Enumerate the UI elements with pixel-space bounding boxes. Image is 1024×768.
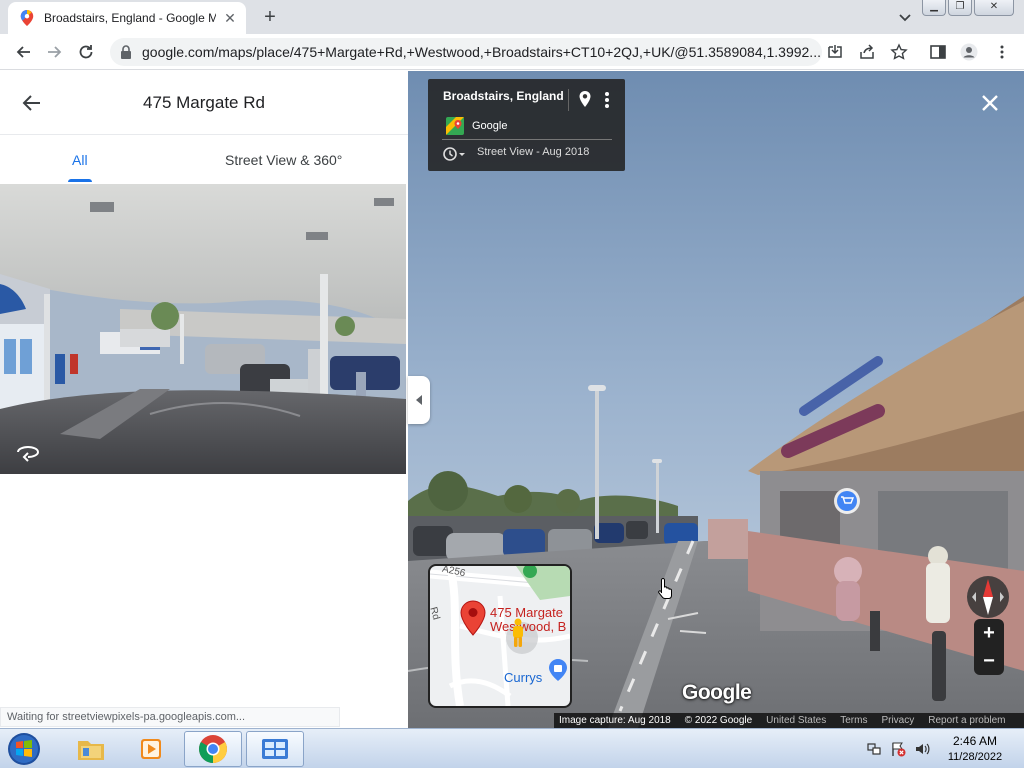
- zoom-in-button[interactable]: +: [974, 619, 1004, 647]
- network-tray-icon[interactable]: [866, 741, 882, 757]
- windows-start-button-icon[interactable]: [4, 731, 44, 767]
- browser-tab[interactable]: Broadstairs, England - Google Ma ✕: [8, 2, 246, 34]
- history-clock-icon[interactable]: [442, 145, 468, 163]
- minimap[interactable]: A256 Rd 475 Margate Westwood, B Currys: [428, 564, 572, 708]
- share-icon[interactable]: [858, 43, 876, 61]
- minimap-address-label: 475 Margate Westwood, B: [490, 606, 566, 634]
- address-line-2: Westwood, B: [490, 619, 567, 634]
- new-tab-button[interactable]: +: [258, 6, 282, 28]
- zoom-out-button[interactable]: −: [974, 647, 1004, 675]
- map-pin-icon[interactable]: [578, 90, 592, 108]
- install-download-icon[interactable]: [826, 43, 844, 61]
- photos-side-panel: 475 Margate Rd All Street View & 360° Wa…: [0, 71, 408, 728]
- google-maps-favicon-icon: [20, 10, 34, 26]
- clock-date: 11/28/2022: [947, 751, 1003, 763]
- url-text[interactable]: google.com/maps/place/475+Margate+Rd,+We…: [142, 44, 822, 60]
- lock-icon[interactable]: [120, 45, 132, 59]
- panel-header: 475 Margate Rd: [0, 71, 408, 135]
- system-clock[interactable]: 2:46 AM 11/28/2022: [942, 733, 1008, 765]
- tab-street-view-360[interactable]: Street View & 360°: [225, 152, 342, 168]
- privacy-link[interactable]: Privacy: [881, 715, 914, 726]
- close-icon[interactable]: [980, 93, 1000, 113]
- hand-cursor-icon: [658, 577, 672, 599]
- location-info-card: Broadstairs, England Google Street View …: [428, 79, 625, 171]
- back-arrow-icon[interactable]: [14, 42, 34, 62]
- side-panel-icon[interactable]: [929, 43, 947, 61]
- volume-tray-icon[interactable]: [914, 741, 930, 757]
- pegman-icon[interactable]: [510, 618, 526, 648]
- tab-title: Broadstairs, England - Google Ma: [44, 11, 216, 25]
- more-options-icon[interactable]: [604, 91, 610, 109]
- action-center-flag-icon[interactable]: [890, 741, 906, 757]
- taskbar-control-panel[interactable]: [246, 731, 304, 767]
- provider-name[interactable]: Google: [472, 120, 507, 132]
- control-panel-icon: [262, 739, 288, 759]
- place-name[interactable]: Broadstairs, England: [443, 89, 564, 103]
- restore-button[interactable]: ❐: [948, 0, 972, 16]
- poi-label-currys: Currys: [504, 670, 543, 685]
- tab-search-chevron-icon[interactable]: [896, 8, 914, 26]
- card-divider: [442, 139, 612, 140]
- loading-status-text: Waiting for streetviewpixels-pa.googleap…: [0, 707, 340, 727]
- collapse-panel-button[interactable]: [408, 376, 430, 424]
- image-capture-text: Image capture: Aug 2018: [559, 715, 671, 726]
- collapse-arrow-icon: [416, 395, 422, 405]
- windows-taskbar: 2:46 AM 11/28/2022: [0, 728, 1024, 768]
- zoom-controls: + −: [974, 619, 1004, 675]
- reload-icon[interactable]: [76, 42, 96, 62]
- taskbar-chrome[interactable]: [184, 731, 242, 767]
- minimize-button[interactable]: ▁: [922, 0, 946, 16]
- media-player-icon: [141, 739, 161, 759]
- panel-title: 475 Margate Rd: [143, 93, 265, 112]
- attribution-footer: Image capture: Aug 2018 © 2022 Google Un…: [554, 713, 1024, 728]
- bookmark-star-icon[interactable]: [890, 43, 908, 61]
- folder-icon: [78, 741, 104, 760]
- address-line-1: 475 Margate: [490, 605, 563, 620]
- taskbar-file-explorer[interactable]: [62, 731, 120, 767]
- shopping-poi-icon: [549, 659, 567, 681]
- report-problem-link[interactable]: Report a problem: [928, 715, 1005, 726]
- google-watermark-logo: Google: [682, 681, 752, 704]
- tab-all[interactable]: All: [72, 152, 88, 168]
- panel-tabs: All Street View & 360°: [0, 136, 408, 184]
- tab-close-icon[interactable]: ✕: [222, 10, 238, 26]
- card-divider: [568, 89, 569, 111]
- capture-date-label[interactable]: Street View - Aug 2018: [477, 146, 589, 158]
- region-link[interactable]: United States: [766, 715, 826, 726]
- 360-view-icon[interactable]: [14, 442, 42, 462]
- active-tab-indicator: [68, 179, 92, 182]
- close-window-button[interactable]: ✕: [974, 0, 1014, 16]
- window-controls: ▁ ❐ ✕: [922, 0, 1014, 16]
- chrome-icon: [199, 735, 227, 763]
- browser-tab-strip: Broadstairs, England - Google Ma ✕ + ▁ ❐…: [0, 0, 1024, 34]
- clock-time: 2:46 AM: [952, 734, 998, 748]
- browser-menu-icon[interactable]: [993, 43, 1011, 61]
- taskbar-media-player[interactable]: [122, 731, 180, 767]
- compass-icon[interactable]: [964, 575, 1012, 619]
- location-pin-icon: [460, 600, 486, 636]
- address-bar[interactable]: google.com/maps/place/475+Margate+Rd,+We…: [110, 38, 822, 66]
- street-view-panorama[interactable]: Broadstairs, England Google Street View …: [408, 71, 1024, 728]
- street-view-thumbnail[interactable]: [0, 184, 406, 474]
- forward-arrow-icon[interactable]: [44, 42, 64, 62]
- profile-avatar-icon[interactable]: [960, 43, 978, 61]
- copyright-text: © 2022 Google: [684, 715, 753, 726]
- terms-link[interactable]: Terms: [840, 715, 867, 726]
- google-maps-logo-icon: [446, 117, 464, 135]
- browser-toolbar: google.com/maps/place/475+Margate+Rd,+We…: [0, 34, 1024, 70]
